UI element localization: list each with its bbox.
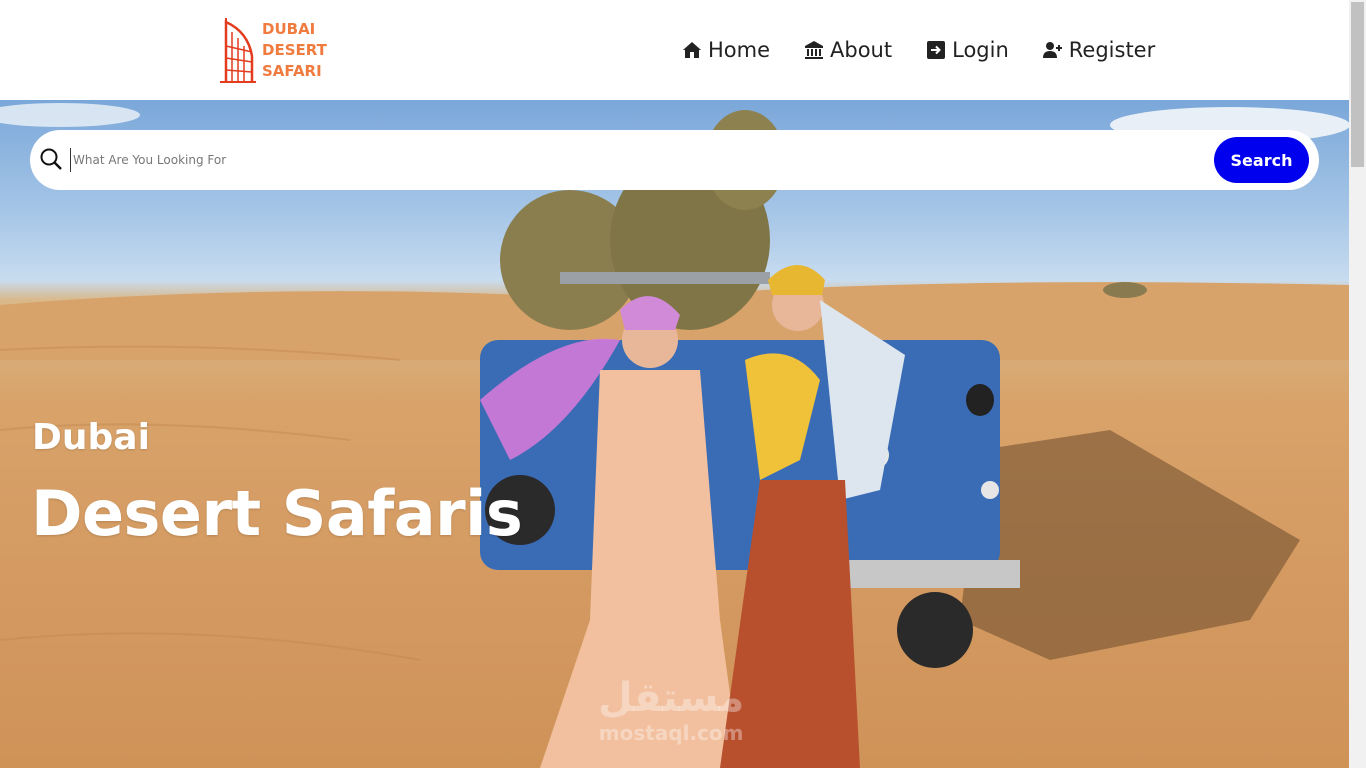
nav-about[interactable]: About (804, 38, 892, 62)
desert-safari-photo (0, 103, 1349, 768)
watermark-url: mostaql.com (598, 721, 744, 745)
burj-al-arab-icon (220, 18, 256, 83)
watermark-arabic: مستقل (598, 675, 745, 721)
search-input[interactable] (70, 148, 1200, 172)
hero-title: Desert Safaris (31, 477, 523, 550)
logo-line-2: DESERT (262, 40, 327, 59)
nav-login-label: Login (952, 38, 1009, 62)
nav-home-label: Home (708, 38, 771, 62)
sign-in-icon (927, 41, 946, 59)
main-nav: Home About Login Register (682, 38, 1155, 62)
nav-login[interactable]: Login (926, 38, 1009, 62)
logo[interactable]: DUBAI DESERT SAFARI (218, 16, 327, 84)
bank-icon (805, 41, 824, 59)
search-bar: Search (30, 130, 1319, 190)
search-icon (40, 148, 62, 170)
search-button[interactable]: Search (1214, 137, 1309, 183)
nav-about-label: About (830, 38, 893, 62)
hero-section: Search Dubai Desert Safaris مستقل mostaq… (0, 100, 1349, 768)
site-header: DUBAI DESERT SAFARI Home About Login Reg… (0, 0, 1349, 100)
user-plus-icon (1042, 42, 1062, 58)
scrollbar-thumb[interactable] (1351, 2, 1364, 167)
logo-line-3: SAFARI (262, 61, 322, 80)
home-icon (683, 42, 701, 58)
nav-home[interactable]: Home (682, 38, 770, 62)
nav-register[interactable]: Register (1042, 38, 1156, 62)
nav-register-label: Register (1068, 38, 1156, 62)
hero-subtitle: Dubai (32, 417, 150, 458)
logo-text: DUBAI DESERT SAFARI (262, 19, 327, 82)
page-scrollbar[interactable] (1349, 0, 1366, 768)
logo-line-1: DUBAI (262, 19, 316, 38)
watermark: مستقل mostaql.com (598, 675, 744, 745)
